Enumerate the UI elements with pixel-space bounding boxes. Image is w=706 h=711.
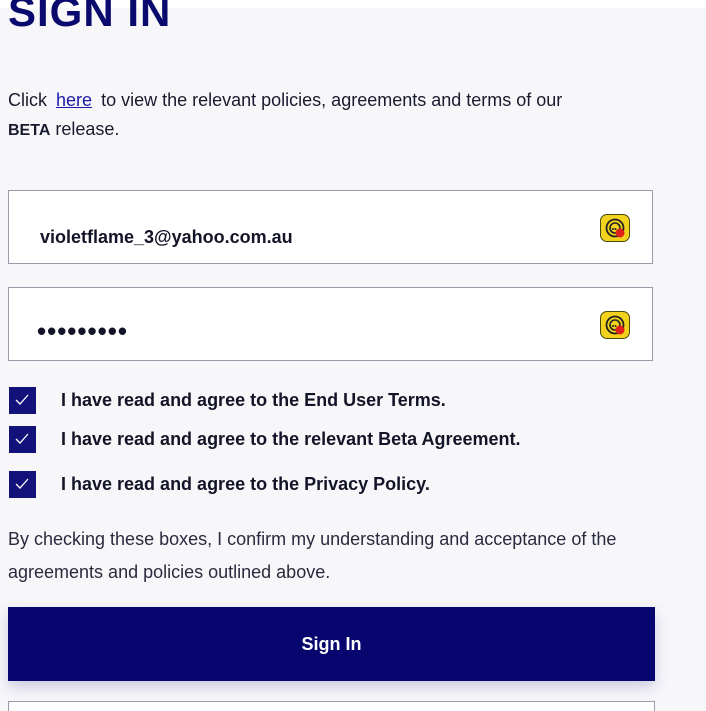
- intro-text: Click here to view the relevant policies…: [8, 86, 668, 145]
- agreement-label: I have read and agree to the End User Te…: [61, 390, 446, 410]
- password-field[interactable]: •••••••••: [8, 287, 653, 361]
- beta-label: BETA: [8, 122, 51, 139]
- password-value[interactable]: •••••••••: [37, 316, 128, 347]
- checkbox-privacy-policy[interactable]: [9, 471, 36, 498]
- agreement-privacy-policy[interactable]: I have read and agree to the Privacy Pol…: [9, 471, 669, 499]
- intro-suffix: to view the relevant policies, agreement…: [101, 90, 563, 110]
- check-icon: [15, 433, 29, 444]
- checkbox-beta-agreement[interactable]: [9, 426, 36, 453]
- next-field[interactable]: [8, 701, 655, 711]
- check-icon: [15, 394, 29, 405]
- email-value[interactable]: violetflame_3@yahoo.com.au: [40, 227, 293, 248]
- agreement-label: I have read and agree to the relevant Be…: [61, 429, 521, 449]
- policies-link[interactable]: here: [56, 90, 92, 110]
- password-manager-icon[interactable]: [600, 311, 630, 339]
- email-field[interactable]: violetflame_3@yahoo.com.au: [8, 190, 653, 264]
- agreement-end-user-terms[interactable]: I have read and agree to the End User Te…: [9, 387, 669, 415]
- disclaimer-text: By checking these boxes, I confirm my un…: [8, 529, 617, 582]
- agreement-beta[interactable]: I have read and agree to the relevant Be…: [9, 426, 669, 454]
- checkbox-end-user-terms[interactable]: [9, 387, 36, 414]
- sign-in-button[interactable]: Sign In: [8, 607, 655, 681]
- intro-prefix: Click: [8, 90, 47, 110]
- agreement-label: I have read and agree to the Privacy Pol…: [61, 474, 430, 494]
- sign-in-page: SIGN IN Click here to view the relevant …: [0, 0, 706, 711]
- page-title: SIGN IN: [8, 0, 172, 35]
- check-icon: [15, 478, 29, 489]
- password-manager-icon[interactable]: [600, 214, 630, 242]
- intro-tail: release.: [55, 119, 120, 139]
